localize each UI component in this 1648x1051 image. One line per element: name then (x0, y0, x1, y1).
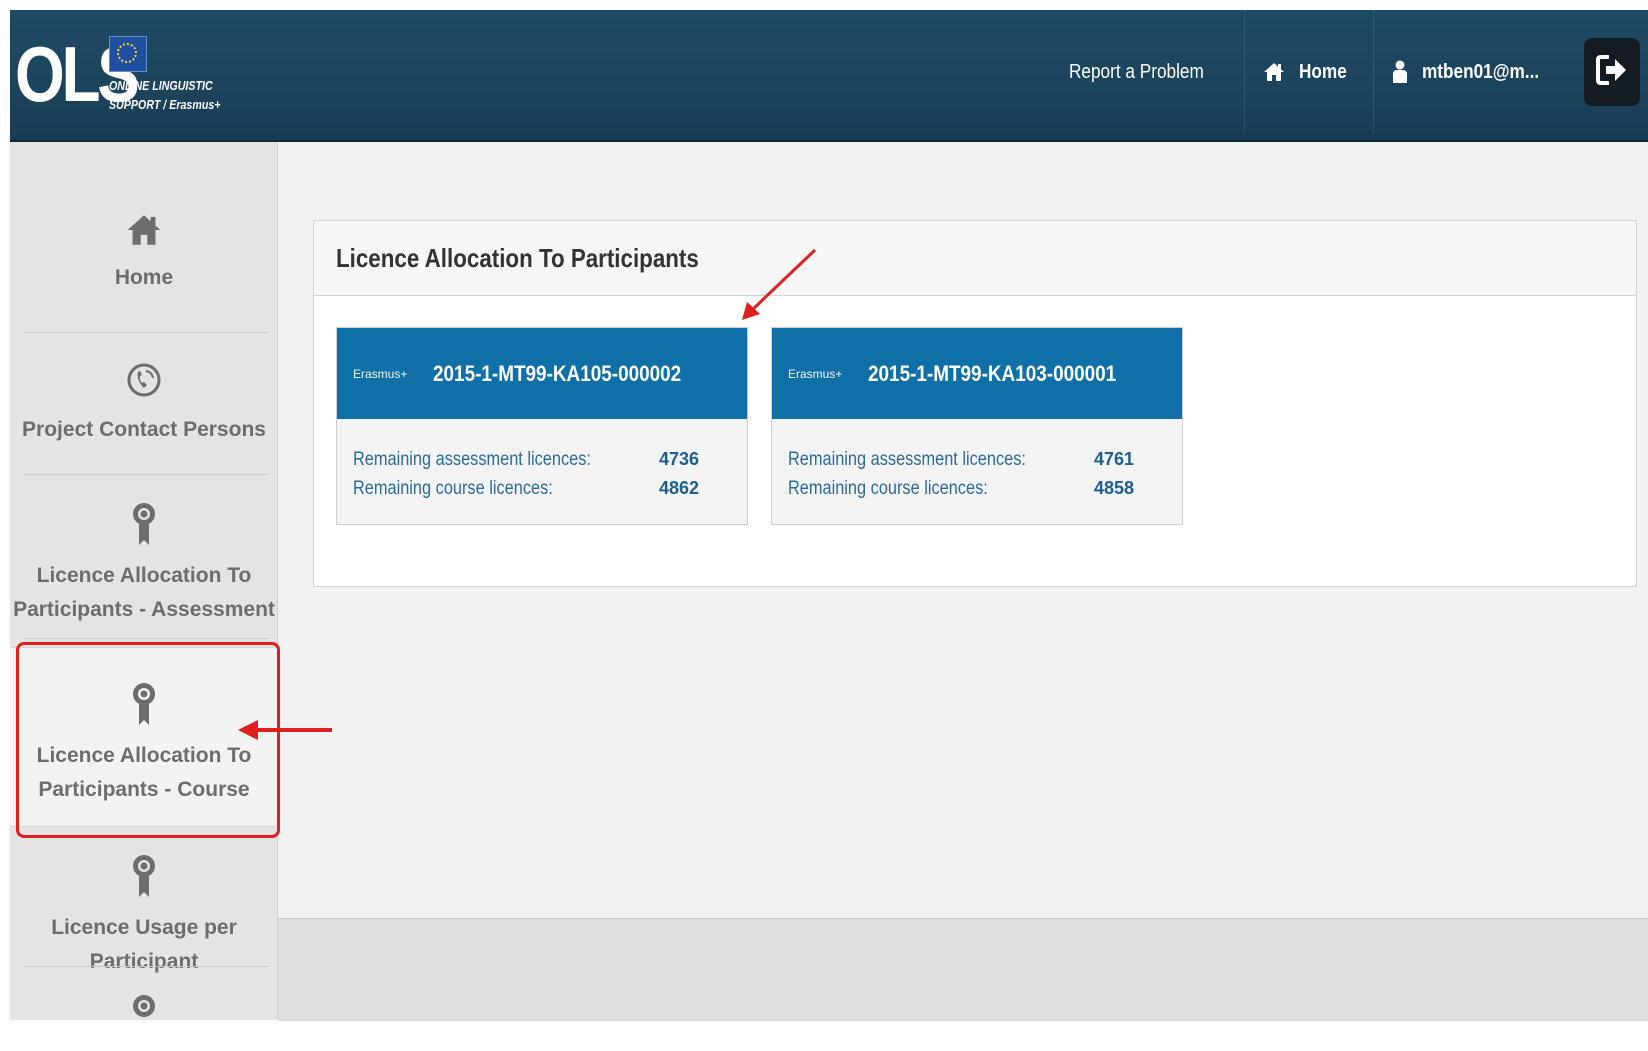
phone-icon (10, 360, 278, 411)
sidebar-item-licence-allocation-assessment[interactable]: Licence Allocation To Participants - Ass… (10, 502, 278, 627)
sidebar-item-label-line1: Licence Allocation To (36, 564, 252, 587)
logout-button[interactable] (1584, 38, 1640, 106)
logo-subtitle-line2: SUPPORT / Erasmus+ (109, 97, 221, 112)
assessment-licences-row: Remaining assessment licences: 4761 (788, 445, 1182, 474)
home-icon (10, 212, 278, 259)
user-icon (1392, 60, 1408, 84)
award-icon (10, 854, 278, 909)
course-licences-value: 4858 (1094, 478, 1135, 498)
home-link[interactable]: Home (1244, 10, 1373, 134)
logo-subtitle-line1: ONLINE LINGUISTIC (109, 78, 213, 93)
project-card-body: Remaining assessment licences: 4761 Rema… (772, 419, 1182, 503)
sidebar-divider (24, 332, 268, 333)
logout-icon (1595, 53, 1629, 92)
footer-area (278, 918, 1648, 1021)
project-card-body: Remaining assessment licences: 4736 Rema… (337, 419, 747, 503)
sidebar-item-label: Licence Usage per Participant (51, 916, 237, 973)
report-problem-label: Report a Problem (1069, 60, 1205, 83)
sidebar-divider (24, 474, 268, 475)
erasmus-brand-label: Erasmus+ (788, 366, 843, 381)
logo-subtitle: ONLINE LINGUISTIC SUPPORT / Erasmus+ (109, 76, 220, 114)
course-licences-row: Remaining course licences: 4862 (353, 474, 747, 503)
sidebar-item-label: Home (114, 266, 174, 289)
project-code: 2015-1-MT99-KA105-000002 (433, 360, 682, 386)
report-problem-link[interactable]: Report a Problem (1051, 10, 1244, 134)
award-icon (10, 994, 278, 1049)
sidebar-item-project-contact-persons[interactable]: Project Contact Persons (10, 360, 278, 447)
eu-flag-icon (109, 36, 147, 72)
sidebar-divider (24, 966, 268, 967)
sidebar-item-licence-usage[interactable]: Licence Usage per Participant (10, 854, 278, 979)
assessment-licences-row: Remaining assessment licences: 4736 (353, 445, 747, 474)
project-card-header[interactable]: Erasmus+ 2015-1-MT99-KA103-000001 (772, 328, 1182, 419)
home-link-label: Home (1299, 60, 1348, 83)
course-licences-label: Remaining course licences: (788, 477, 988, 499)
project-card[interactable]: Erasmus+ 2015-1-MT99-KA103-000001 Remain… (771, 327, 1183, 525)
erasmus-brand-label: Erasmus+ (353, 366, 408, 381)
assessment-licences-value: 4761 (1094, 449, 1135, 469)
sidebar-item-home[interactable]: Home (10, 212, 278, 295)
course-licences-label: Remaining course licences: (353, 477, 553, 499)
sidebar-item-partial[interactable] (10, 994, 278, 1051)
course-licences-value: 4862 (659, 478, 700, 498)
home-icon (1263, 62, 1285, 82)
course-licences-row: Remaining course licences: 4858 (788, 474, 1182, 503)
sidebar-divider (24, 638, 268, 639)
licence-allocation-panel: Licence Allocation To Participants Erasm… (313, 220, 1637, 587)
user-email: mtben01@m... (1421, 60, 1539, 83)
user-menu[interactable]: mtben01@m... (1372, 10, 1576, 134)
project-card[interactable]: Erasmus+ 2015-1-MT99-KA105-000002 Remain… (336, 327, 748, 525)
assessment-licences-label: Remaining assessment licences: (353, 448, 591, 470)
top-navigation: Report a Problem Home mtben01@m... (1051, 10, 1648, 134)
annotation-highlight-box (16, 642, 280, 838)
sidebar: Home Project Contact Persons Licence All… (10, 142, 278, 1020)
project-code: 2015-1-MT99-KA103-000001 (868, 360, 1117, 386)
sidebar-item-label: Project Contact Persons (22, 418, 266, 441)
sidebar-item-label-line2: Participants - Assessment (13, 598, 275, 621)
assessment-licences-value: 4736 (659, 449, 700, 469)
award-icon (10, 502, 278, 557)
project-card-header[interactable]: Erasmus+ 2015-1-MT99-KA105-000002 (337, 328, 747, 419)
assessment-licences-label: Remaining assessment licences: (788, 448, 1026, 470)
panel-title: Licence Allocation To Participants (336, 242, 699, 273)
panel-header: Licence Allocation To Participants (314, 221, 1636, 296)
top-header: OLS ONLINE LINGUISTIC SUPPORT / Erasmus+… (10, 10, 1648, 142)
